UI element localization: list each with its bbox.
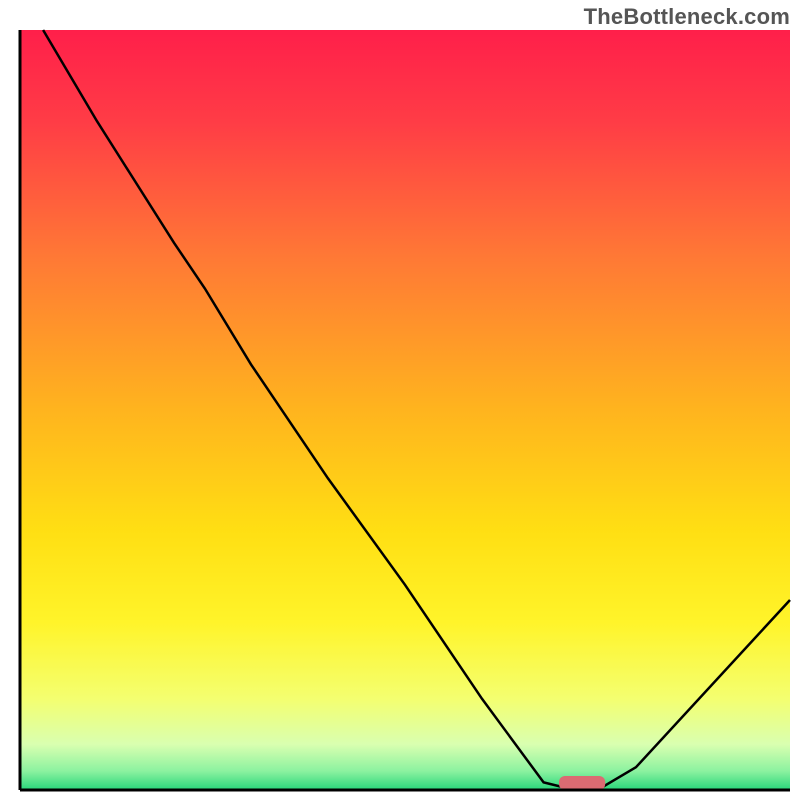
optimum-marker <box>559 776 605 790</box>
bottleneck-chart <box>0 0 800 800</box>
chart-frame: TheBottleneck.com <box>0 0 800 800</box>
plot-background <box>20 30 790 790</box>
